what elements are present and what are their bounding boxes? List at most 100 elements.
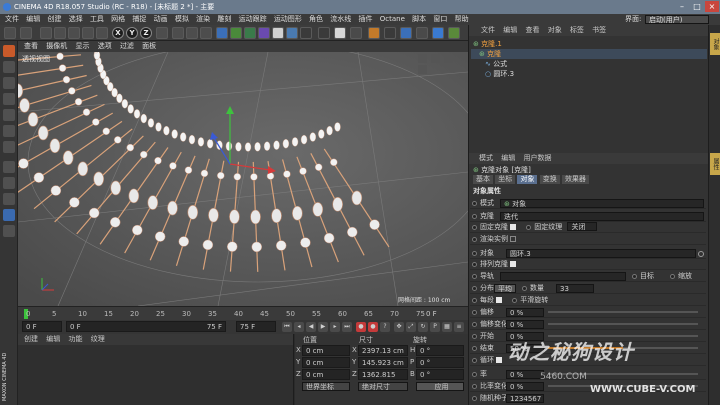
object-row-clone[interactable]: ⊛ 克隆 xyxy=(471,49,707,59)
tab-objects-vertical[interactable]: 对象 xyxy=(710,33,720,55)
viewport-menu-cameras[interactable]: 摄像机 xyxy=(46,42,67,50)
minimize-button[interactable]: – xyxy=(675,1,689,12)
current-frame-field[interactable]: 0 F xyxy=(22,321,62,332)
position-z-field[interactable]: 0 cm xyxy=(302,369,350,380)
script-icon[interactable] xyxy=(368,27,380,39)
python-icon[interactable] xyxy=(400,27,412,39)
object-row-formula[interactable]: ∿ 公式 xyxy=(471,59,707,69)
light-icon[interactable] xyxy=(300,27,312,39)
layout-switch-icon[interactable] xyxy=(416,27,428,39)
param-key-icon[interactable]: P xyxy=(430,322,440,332)
size-z-field[interactable]: 1362.815 cm xyxy=(358,369,408,389)
count-field[interactable]: 33 xyxy=(556,284,594,293)
om-menu-tags[interactable]: 标签 xyxy=(570,26,584,34)
om-menu-view[interactable]: 查看 xyxy=(525,26,539,34)
pan-icon[interactable] xyxy=(418,54,427,63)
tab-transform[interactable]: 变换 xyxy=(539,175,560,184)
array-icon[interactable] xyxy=(258,27,270,39)
size-x-field[interactable]: 2397.13 cm xyxy=(358,345,408,356)
scale-key-icon[interactable]: ⤢ xyxy=(406,322,416,332)
menu-snap[interactable]: 捕捉 xyxy=(132,15,146,23)
live-select-icon[interactable] xyxy=(40,27,52,39)
edges-mode-icon[interactable] xyxy=(3,125,15,137)
viewport-menu-view[interactable]: 查看 xyxy=(24,42,38,50)
loop-checkbox[interactable] xyxy=(496,357,502,363)
attr-menu-userdata[interactable]: 用户数据 xyxy=(523,154,551,162)
camera-icon[interactable] xyxy=(286,27,298,39)
tab-object[interactable]: 对象 xyxy=(517,175,538,184)
attr-menu-edit[interactable]: 编辑 xyxy=(501,154,515,162)
size-y-field[interactable]: 145.923 cm xyxy=(358,357,408,368)
offset-variation-slider[interactable] xyxy=(548,323,698,325)
texture-mode-icon[interactable] xyxy=(3,77,15,89)
viewport-menu-options[interactable]: 选项 xyxy=(98,42,112,50)
perspective-viewport[interactable]: 透视视图 网格间距 : 100 cm xyxy=(18,52,468,306)
offset-variation-field[interactable]: 0 % xyxy=(506,320,544,329)
object-link-pick-icon[interactable] xyxy=(698,251,704,257)
points-mode-icon[interactable] xyxy=(3,109,15,121)
coordinate-system-icon[interactable] xyxy=(156,27,168,39)
rate-variation-field[interactable]: 0 % xyxy=(506,382,544,391)
menu-plugins[interactable]: 插件 xyxy=(359,15,373,23)
menu-script[interactable]: 脚本 xyxy=(412,15,426,23)
polygons-mode-icon[interactable] xyxy=(3,141,15,153)
object-row-clone1[interactable]: ⊛ 克隆.1 xyxy=(471,39,707,49)
each-segment-checkbox[interactable] xyxy=(496,297,502,303)
object-link-field[interactable]: 圆环.3 xyxy=(506,249,696,258)
arrange-checkbox[interactable] xyxy=(510,261,516,267)
menu-mesh[interactable]: 网格 xyxy=(111,15,125,23)
offset-field[interactable]: 0 % xyxy=(506,308,544,317)
menu-motion-tracker[interactable]: 运动跟踪 xyxy=(239,15,267,23)
material-menu-create[interactable]: 创建 xyxy=(24,335,38,343)
maximize-view-icon[interactable] xyxy=(418,65,427,74)
tab-basic[interactable]: 基本 xyxy=(473,175,493,184)
menu-octane[interactable]: Octane xyxy=(380,15,405,23)
octane-live-viewer-icon[interactable] xyxy=(318,27,330,39)
rotate-icon[interactable] xyxy=(82,27,94,39)
seed-field[interactable]: 1234567 xyxy=(506,394,544,403)
play-icon[interactable]: ▶ xyxy=(318,322,328,332)
prev-key-icon[interactable]: ◂ xyxy=(294,322,304,332)
next-key-icon[interactable]: ▸ xyxy=(330,322,340,332)
rotation-p-field[interactable]: 0 ° xyxy=(416,357,464,368)
menu-window[interactable]: 窗口 xyxy=(433,15,447,23)
plugin-icon[interactable] xyxy=(384,27,396,39)
menu-help[interactable]: 帮助 xyxy=(455,15,469,23)
fix-clone-checkbox[interactable] xyxy=(510,224,516,230)
viewport-menu-panel[interactable]: 面板 xyxy=(142,42,156,50)
help-icon[interactable] xyxy=(432,27,444,39)
om-menu-object[interactable]: 对象 xyxy=(548,26,562,34)
position-y-field[interactable]: 0 cm xyxy=(302,357,350,368)
rotation-key-icon[interactable]: ↻ xyxy=(418,322,428,332)
model-mode-icon[interactable] xyxy=(3,61,15,73)
redo-icon[interactable] xyxy=(20,27,32,39)
goto-end-icon[interactable]: ⏭ xyxy=(342,322,352,332)
mode-dropdown[interactable]: ⊛ 对象 xyxy=(500,199,704,208)
offset-slider[interactable] xyxy=(548,311,698,313)
orbit-icon[interactable] xyxy=(444,54,454,63)
menu-tools[interactable]: 工具 xyxy=(90,15,104,23)
guide-field[interactable] xyxy=(500,272,626,281)
render-picture-viewer-icon[interactable] xyxy=(186,27,198,39)
floor-icon[interactable] xyxy=(272,27,284,39)
menu-pipeline[interactable]: 流水线 xyxy=(330,15,351,23)
scale-icon[interactable] xyxy=(68,27,80,39)
rotation-h-field[interactable]: 0 ° xyxy=(416,345,464,356)
render-settings-icon[interactable] xyxy=(200,27,212,39)
autokey-icon[interactable]: ● xyxy=(368,322,378,332)
timeline-settings-icon[interactable]: ≡ xyxy=(454,322,464,332)
maximize-button[interactable]: □ xyxy=(690,1,704,12)
menu-create[interactable]: 创建 xyxy=(47,15,61,23)
make-editable-icon[interactable] xyxy=(3,45,15,57)
menu-render[interactable]: 渲染 xyxy=(196,15,210,23)
nurbs-icon[interactable] xyxy=(244,27,256,39)
material-menu-function[interactable]: 功能 xyxy=(68,335,82,343)
render-view-icon[interactable] xyxy=(172,27,184,39)
tab-attributes-vertical[interactable]: 属性 xyxy=(710,153,720,175)
om-menu-file[interactable]: 文件 xyxy=(481,26,495,34)
play-backward-icon[interactable]: ◀ xyxy=(306,322,316,332)
menu-select[interactable]: 选择 xyxy=(69,15,83,23)
timeline-ruler[interactable]: 0 5 10 15 20 25 30 35 40 45 50 55 60 65 70 75 0 F xyxy=(18,306,468,320)
om-menu-edit[interactable]: 编辑 xyxy=(503,26,517,34)
distribution-dropdown[interactable]: 平均 xyxy=(494,284,516,293)
